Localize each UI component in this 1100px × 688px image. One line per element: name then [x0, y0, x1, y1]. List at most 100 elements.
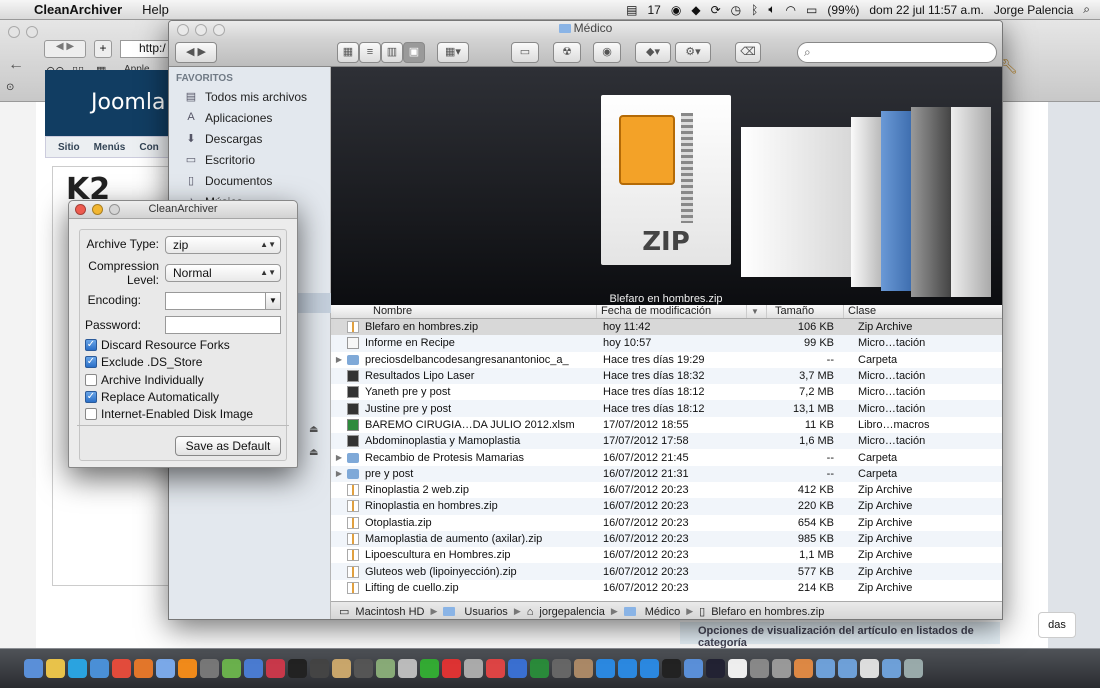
checkmark-icon[interactable]: ✓ — [85, 390, 97, 403]
column-header-name[interactable]: Nombre — [331, 305, 597, 318]
table-row[interactable]: Resultados Lipo Laser Hace tres días 18:3… — [331, 367, 1002, 385]
column-header-date[interactable]: Fecha de modificación — [597, 305, 747, 318]
password-field[interactable] — [165, 316, 281, 334]
close-button[interactable] — [75, 204, 86, 215]
path-item[interactable]: Usuarios — [464, 606, 507, 618]
user-menu[interactable]: Jorge Palencia — [994, 3, 1073, 17]
option-checkbox[interactable]: ✓ Discard Resource Forks — [85, 338, 230, 352]
chrome-icon[interactable] — [112, 659, 131, 678]
finder-minimize-button[interactable] — [195, 24, 207, 36]
joomla-nav-item[interactable]: Menús — [94, 142, 126, 153]
dropbox-share-icon[interactable]: ◆▾ — [635, 42, 671, 63]
minimize-button[interactable] — [92, 204, 103, 215]
table-row[interactable]: Abdominoplastia y Mamoplastia 17/07/2012 … — [331, 433, 1002, 450]
compression-level-select[interactable]: Normal ▲▼ — [165, 264, 281, 282]
dropbox-icon[interactable] — [618, 659, 637, 678]
archive-type-select[interactable]: zip ▲▼ — [165, 236, 281, 254]
checkmark-icon[interactable]: ✓ — [85, 356, 97, 369]
option-checkbox[interactable]: ✓ Replace Automatically — [85, 390, 219, 404]
trash-icon[interactable]: ⌫ — [735, 42, 761, 63]
dropbox-icon[interactable] — [640, 659, 659, 678]
encoding-combobox[interactable]: ▼ — [165, 292, 281, 310]
app-menu[interactable]: CleanArchiver — [34, 2, 122, 17]
finder-close-button[interactable] — [177, 24, 189, 36]
table-row[interactable]: Gluteos web (lipoinyección).zip 16/07/201… — [331, 563, 1002, 580]
search-input[interactable]: ⌕ — [797, 42, 997, 63]
disclosure-triangle-icon[interactable]: ▶ — [331, 355, 347, 364]
column-view-icon[interactable]: ▥ — [381, 42, 403, 63]
tab-favicon-icon[interactable]: ⊙ — [6, 82, 14, 93]
quick-look-icon[interactable]: ◉ — [593, 42, 621, 63]
back-arrow-icon[interactable]: ← — [8, 56, 24, 74]
itunes-icon[interactable] — [244, 659, 263, 678]
calculator-icon[interactable] — [552, 659, 571, 678]
stickies-icon[interactable] — [46, 659, 65, 678]
time-machine-icon[interactable]: ◷ — [731, 3, 741, 17]
column-header-size[interactable]: Tamaño — [767, 305, 844, 318]
burn-icon[interactable]: ☢ — [553, 42, 581, 63]
table-row[interactable]: Rinoplastia 2 web.zip 16/07/2012 20:23 412… — [331, 482, 1002, 498]
contacts-icon[interactable] — [574, 659, 593, 678]
finder-zoom-button[interactable] — [213, 24, 225, 36]
sidebar-item-all-files[interactable]: ▤ Todos mis archivos — [169, 87, 330, 107]
eject-icon[interactable]: ⏏ — [309, 424, 318, 435]
battery-icon[interactable]: ▭ — [806, 3, 817, 17]
aperture-icon[interactable] — [354, 659, 373, 678]
nav-buttons[interactable]: ◀ ▶ — [44, 40, 86, 58]
safari-icon[interactable] — [90, 659, 109, 678]
arrange-icon[interactable]: ▦▾ — [437, 42, 469, 63]
powerpoint-icon[interactable] — [486, 659, 505, 678]
folder-icon[interactable] — [882, 659, 901, 678]
sidebar-item-desktop[interactable]: ▭ Escritorio — [169, 150, 330, 170]
dropbox-icon[interactable] — [596, 659, 615, 678]
path-item[interactable]: Médico — [645, 606, 680, 618]
imovie-icon[interactable] — [398, 659, 417, 678]
cover-flow-item[interactable] — [911, 107, 951, 297]
table-row[interactable]: Lifting de cuello.zip 16/07/2012 20:23 214… — [331, 580, 1002, 596]
blackberry-icon[interactable] — [288, 659, 307, 678]
skype-icon[interactable] — [68, 659, 87, 678]
new-folder-icon[interactable]: ▭ — [511, 42, 539, 63]
help-menu[interactable]: Help — [142, 2, 169, 17]
option-checkbox[interactable]: ✓ Exclude .DS_Store — [85, 355, 202, 369]
word-icon[interactable] — [508, 659, 527, 678]
article-options-note[interactable]: Opciones de visualización del artículo e… — [680, 622, 1000, 649]
utility-icon[interactable] — [464, 659, 483, 678]
folder-icon[interactable] — [838, 659, 857, 678]
directory-utility-icon[interactable] — [376, 659, 395, 678]
chevron-down-icon[interactable]: ▼ — [265, 292, 281, 310]
system-preferences-icon[interactable] — [750, 659, 769, 678]
table-row[interactable]: Mamoplastia de aumento (axilar).zip 16/07… — [331, 530, 1002, 548]
checkbox-empty-icon[interactable] — [85, 408, 97, 421]
cover-flow-item[interactable] — [851, 117, 881, 287]
table-row[interactable]: Justine pre y post Hace tres días 18:12 13… — [331, 400, 1002, 417]
sidebar-item-applications[interactable]: A Aplicaciones — [169, 108, 330, 128]
bluetooth-icon[interactable]: ᛒ — [751, 3, 758, 17]
script-editor-icon[interactable] — [332, 659, 351, 678]
sidebar-item-documents[interactable]: ▯ Documentos — [169, 171, 330, 191]
path-item[interactable]: jorgepalencia — [539, 606, 604, 618]
table-row[interactable]: BAREMO CIRUGIA…DA JULIO 2012.xlsm 17/07/2… — [331, 417, 1002, 433]
disclosure-triangle-icon[interactable]: ▶ — [331, 469, 347, 478]
activity-monitor-icon[interactable] — [420, 659, 439, 678]
list-view-icon[interactable]: ≡ — [359, 42, 381, 63]
table-row[interactable]: ▶ preciosdelbancodesangresanantonioc_a_ Ha… — [331, 352, 1002, 368]
browser-minimize-button[interactable] — [26, 26, 38, 38]
acrobat-icon[interactable] — [442, 659, 461, 678]
sync-icon[interactable]: ⟳ — [711, 3, 721, 17]
zip-file-icon[interactable]: ZIP — [601, 95, 731, 265]
terminal-icon[interactable] — [662, 659, 681, 678]
checkbox-empty-icon[interactable] — [85, 373, 97, 386]
messages-icon[interactable] — [156, 659, 175, 678]
path-item[interactable]: Macintosh HD — [355, 606, 424, 618]
facetime-icon[interactable] — [200, 659, 219, 678]
vlc-icon[interactable] — [178, 659, 197, 678]
option-checkbox[interactable]: Internet-Enabled Disk Image — [85, 407, 253, 421]
sort-down-icon[interactable]: ▼ — [747, 305, 767, 318]
icon-view-icon[interactable]: ▦ — [337, 42, 359, 63]
save-as-default-button[interactable]: Save as Default — [175, 436, 281, 456]
zoom-button[interactable] — [109, 204, 120, 215]
status-count[interactable]: 17 — [647, 3, 660, 17]
cover-flow-item[interactable] — [881, 111, 911, 291]
photo-booth-icon[interactable] — [266, 659, 285, 678]
